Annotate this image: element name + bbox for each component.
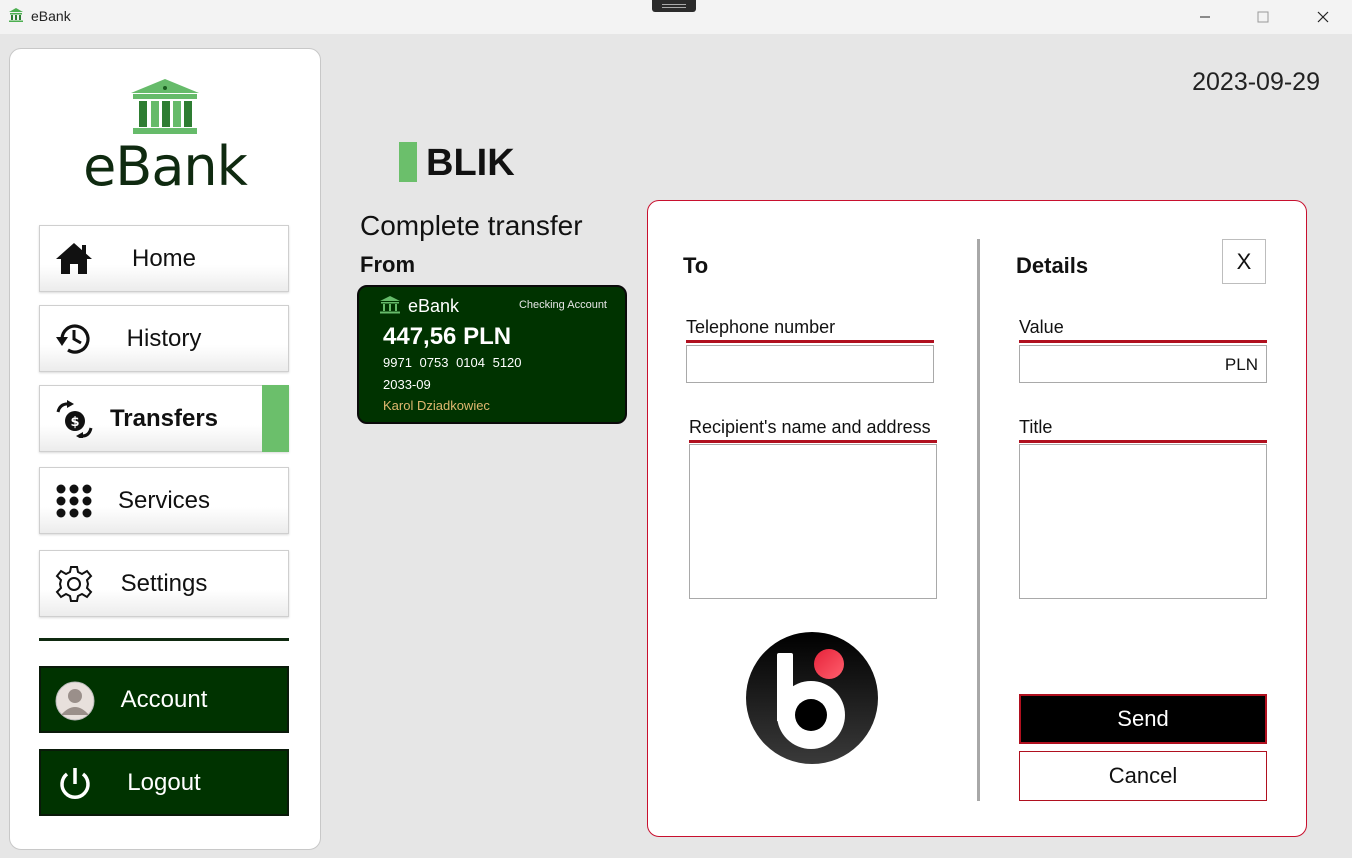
- snap-grip[interactable]: [652, 0, 696, 12]
- bank-logo-icon: [131, 79, 199, 134]
- to-heading: To: [683, 253, 709, 278]
- nav-home-label: Home: [131, 244, 197, 272]
- send-button[interactable]: Send: [1019, 694, 1267, 744]
- bank-icon: [380, 296, 400, 314]
- phone-label: Telephone number: [686, 317, 934, 343]
- card-number: 9971 0753 0104 5120: [383, 355, 522, 370]
- card-bank-name: eBank: [408, 296, 460, 316]
- close-form-button[interactable]: X: [1222, 239, 1266, 284]
- title-input[interactable]: [1019, 444, 1267, 599]
- value-currency: PLN: [1224, 355, 1258, 374]
- active-indicator: [262, 385, 289, 452]
- bank-icon: [9, 8, 23, 22]
- recipient-input[interactable]: [689, 444, 937, 599]
- section-accent-bar: [399, 142, 417, 182]
- logout-button[interactable]: Logout: [39, 749, 289, 816]
- details-heading: Details: [1016, 253, 1089, 278]
- nav-services-button[interactable]: Services: [39, 467, 289, 534]
- transfer-form-panel: To Details X Telephone number Recipient'…: [647, 200, 1307, 837]
- card-account-type: Checking Account: [518, 299, 607, 311]
- nav-settings-label: Settings: [120, 569, 208, 597]
- close-icon: [1317, 11, 1329, 23]
- page-title: BLIK: [426, 142, 515, 184]
- page-subtitle: Complete transfer: [360, 210, 583, 241]
- close-window-button[interactable]: [1294, 0, 1352, 34]
- minimize-button[interactable]: [1176, 0, 1234, 34]
- card-expiry: 2033-09: [383, 377, 431, 392]
- phone-input[interactable]: [686, 345, 934, 383]
- card-balance: 447,56 PLN: [383, 323, 512, 350]
- window-title: eBank: [31, 8, 71, 24]
- blik-logo-icon: [746, 632, 878, 764]
- value-field[interactable]: PLN: [1019, 345, 1267, 383]
- account-label: Account: [120, 685, 208, 713]
- from-label: From: [360, 252, 415, 277]
- title-label: Title: [1019, 417, 1267, 443]
- sidebar-divider: [39, 638, 289, 641]
- nav-transfers-label: Transfers: [109, 404, 219, 432]
- nav-transfers-button[interactable]: $ Transfers: [39, 385, 289, 452]
- title-bar: eBank: [0, 0, 1352, 34]
- maximize-icon: [1257, 11, 1269, 23]
- sidebar: eBank Home History $ Transfers Services …: [9, 48, 321, 850]
- nav-history-label: History: [126, 324, 202, 352]
- cancel-button[interactable]: Cancel: [1019, 751, 1267, 801]
- value-input[interactable]: [1020, 346, 1210, 382]
- logo-text: eBank: [83, 135, 248, 198]
- maximize-button[interactable]: [1234, 0, 1292, 34]
- nav-home-button[interactable]: Home: [39, 225, 289, 292]
- nav-services-label: Services: [117, 486, 211, 514]
- card-holder: Karol Dziadkowiec: [383, 398, 490, 413]
- recipient-label: Recipient's name and address: [689, 417, 937, 443]
- column-divider: [977, 239, 980, 801]
- value-label: Value: [1019, 317, 1267, 343]
- minimize-icon: [1200, 16, 1210, 18]
- account-button[interactable]: Account: [39, 666, 289, 733]
- nav-settings-button[interactable]: Settings: [39, 550, 289, 617]
- current-date: 2023-09-29: [1192, 68, 1320, 96]
- logout-label: Logout: [127, 768, 201, 796]
- nav-history-button[interactable]: History: [39, 305, 289, 372]
- account-card[interactable]: eBank Checking Account 447,56 PLN 9971 0…: [357, 285, 627, 424]
